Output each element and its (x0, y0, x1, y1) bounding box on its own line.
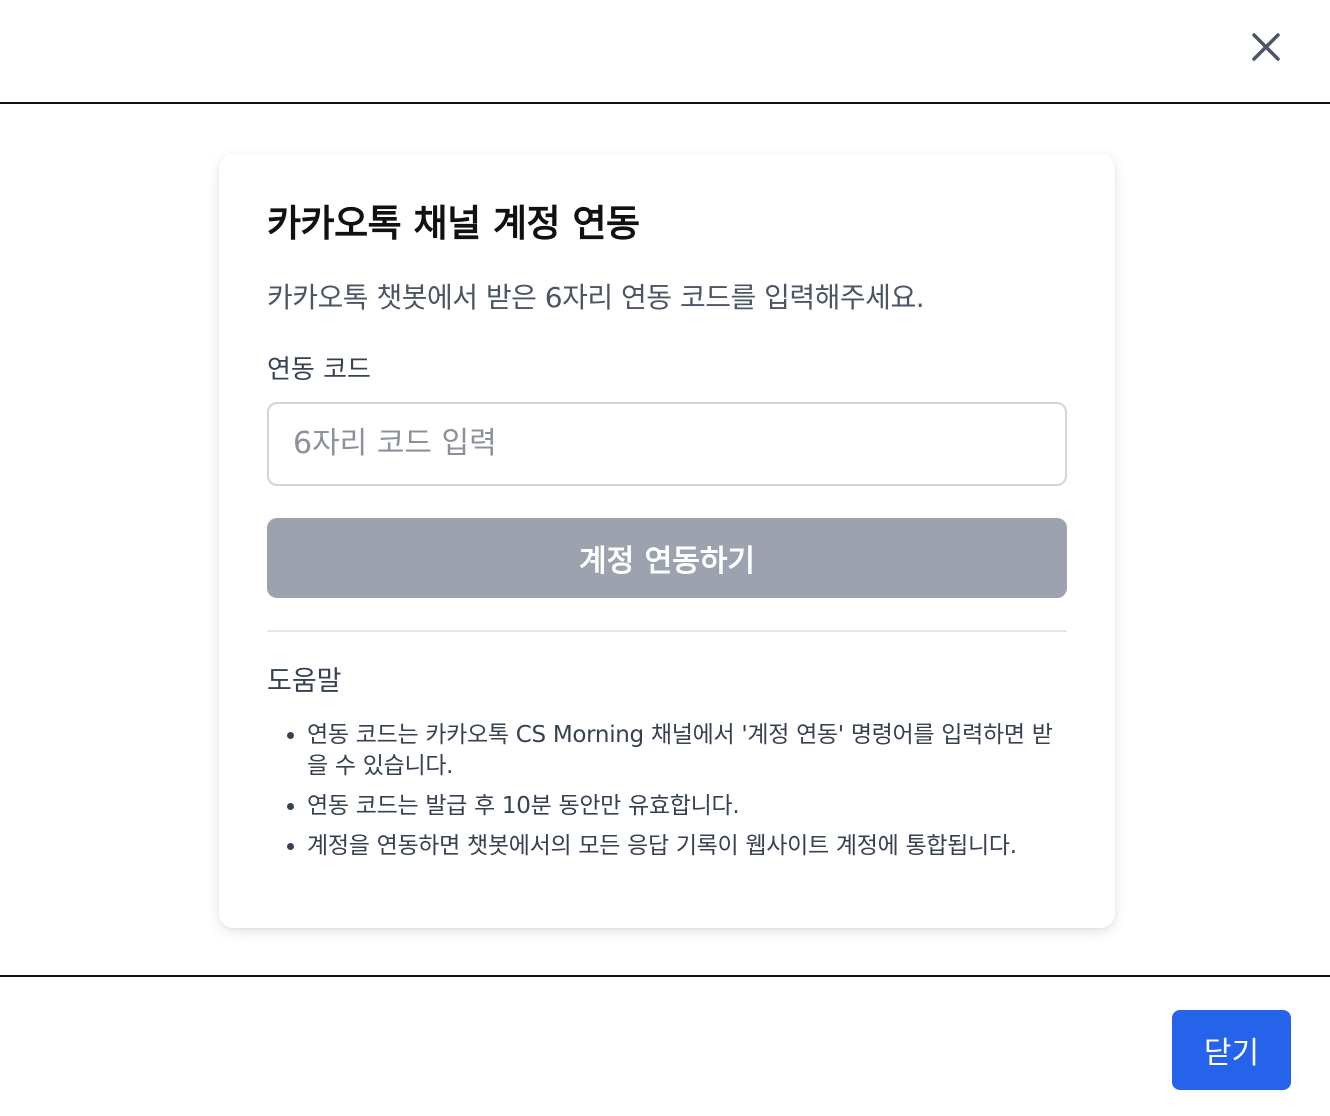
help-title: 도움말 (267, 665, 342, 697)
code-input[interactable] (267, 401, 1067, 486)
help-item: 계정을 연동하면 챗봇에서의 모든 응답 기록이 웹사이트 계정에 통합됩니다. (307, 831, 1067, 862)
help-item: 연동 코드는 발급 후 10분 동안만 유효합니다. (307, 791, 1067, 822)
help-list: 연동 코드는 카카오톡 CS Morning 채널에서 '계정 연동' 명령어를… (267, 720, 1067, 862)
close-icon[interactable] (1246, 27, 1286, 67)
code-label: 연동 코드 (267, 354, 371, 385)
footer-divider (0, 975, 1330, 977)
card-title: 카카오톡 채널 계정 연동 (267, 202, 640, 245)
link-account-button[interactable]: 계정 연동하기 (267, 517, 1067, 598)
kakao-link-card: 카카오톡 채널 계정 연동 카카오톡 챗봇에서 받은 6자리 연동 코드를 입력… (219, 154, 1115, 928)
close-button[interactable]: 닫기 (1172, 1010, 1291, 1090)
card-description: 카카오톡 챗봇에서 받은 6자리 연동 코드를 입력해주세요. (267, 281, 925, 315)
modal-header (0, 0, 1330, 104)
help-item: 연동 코드는 카카오톡 CS Morning 채널에서 '계정 연동' 명령어를… (307, 720, 1067, 782)
divider (267, 629, 1067, 632)
